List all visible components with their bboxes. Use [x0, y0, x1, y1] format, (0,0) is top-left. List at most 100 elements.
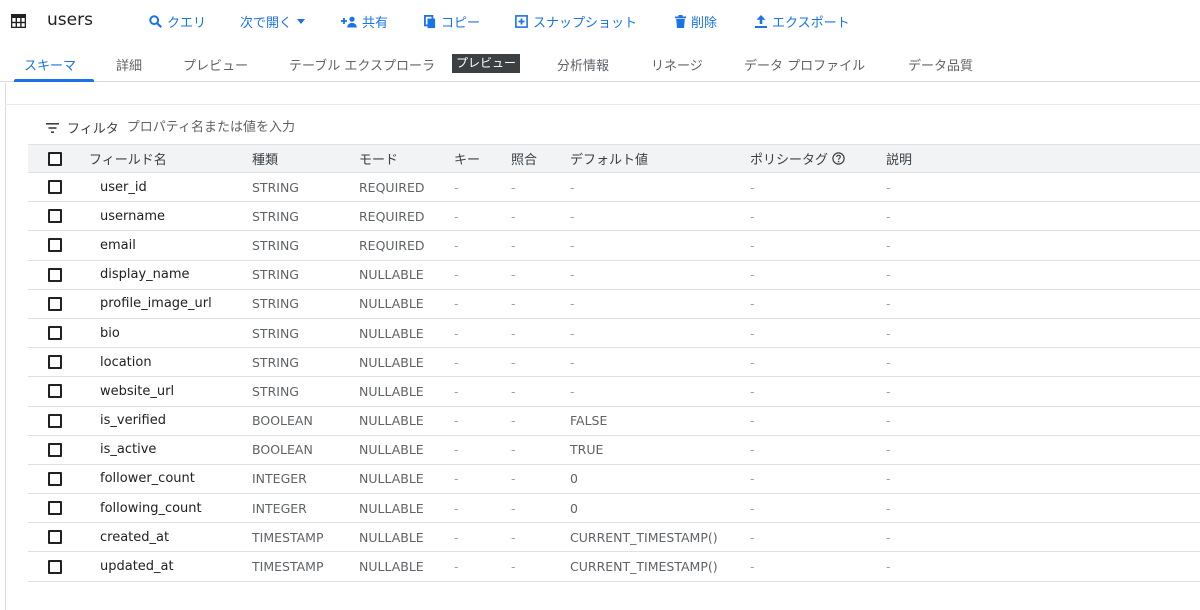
- field-key: -: [454, 465, 459, 493]
- field-name[interactable]: is_verified: [100, 407, 166, 435]
- help-icon[interactable]: [832, 152, 845, 165]
- row-checkbox[interactable]: [48, 355, 62, 369]
- field-default: -: [570, 173, 575, 201]
- snapshot-icon: [515, 15, 528, 28]
- field-default: TRUE: [570, 436, 603, 464]
- field-key: -: [454, 523, 459, 551]
- field-key: -: [454, 436, 459, 464]
- header-default-value[interactable]: デフォルト値: [570, 145, 648, 172]
- row-checkbox[interactable]: [48, 297, 62, 311]
- snapshot-button[interactable]: スナップショット: [515, 12, 637, 31]
- row-checkbox[interactable]: [48, 560, 62, 574]
- row-checkbox[interactable]: [48, 238, 62, 252]
- table-row[interactable]: follower_countINTEGERNULLABLE--0--: [28, 465, 1200, 494]
- field-name[interactable]: display_name: [100, 261, 190, 289]
- table-row[interactable]: usernameSTRINGREQUIRED-----: [28, 202, 1200, 231]
- active-tab-indicator: [14, 79, 94, 82]
- header-collation[interactable]: 照合: [511, 145, 537, 172]
- row-checkbox[interactable]: [48, 209, 62, 223]
- table-row[interactable]: emailSTRINGREQUIRED-----: [28, 231, 1200, 260]
- field-policy-tags: -: [750, 319, 755, 347]
- header-description[interactable]: 説明: [886, 145, 912, 172]
- content-divider: [5, 104, 1200, 105]
- copy-icon: [424, 15, 436, 29]
- row-checkbox[interactable]: [48, 326, 62, 340]
- share-button[interactable]: 共有: [341, 12, 388, 31]
- header-policy-tags[interactable]: ポリシータグ: [750, 145, 845, 172]
- tab-table-explorer[interactable]: テーブル エクスプローラ: [289, 55, 435, 74]
- field-description: -: [886, 290, 891, 318]
- tab-insights[interactable]: 分析情報: [557, 55, 609, 74]
- row-checkbox[interactable]: [48, 472, 62, 486]
- filter-input[interactable]: [127, 120, 427, 135]
- copy-button[interactable]: コピー: [424, 12, 480, 31]
- delete-button[interactable]: 削除: [675, 12, 717, 31]
- field-collation: -: [511, 231, 516, 259]
- export-button[interactable]: エクスポート: [755, 12, 850, 31]
- header-type[interactable]: 種類: [252, 145, 278, 172]
- tab-preview[interactable]: プレビュー: [183, 55, 248, 74]
- row-checkbox[interactable]: [48, 501, 62, 515]
- field-name[interactable]: location: [100, 348, 152, 376]
- tab-schema[interactable]: スキーマ: [24, 55, 76, 74]
- table-row[interactable]: is_verifiedBOOLEANNULLABLE--FALSE--: [28, 407, 1200, 436]
- table-row[interactable]: updated_atTIMESTAMPNULLABLE--CURRENT_TIM…: [28, 552, 1200, 581]
- field-name[interactable]: following_count: [100, 494, 202, 522]
- table-row[interactable]: created_atTIMESTAMPNULLABLE--CURRENT_TIM…: [28, 523, 1200, 552]
- field-policy-tags: -: [750, 173, 755, 201]
- table-row[interactable]: bioSTRINGNULLABLE-----: [28, 319, 1200, 348]
- table-row[interactable]: profile_image_urlSTRINGNULLABLE-----: [28, 290, 1200, 319]
- field-mode: NULLABLE: [359, 377, 424, 405]
- field-type: BOOLEAN: [252, 436, 313, 464]
- header-mode[interactable]: モード: [359, 145, 398, 172]
- filter-icon[interactable]: [46, 123, 59, 133]
- delete-label: 削除: [691, 12, 717, 31]
- field-key: -: [454, 290, 459, 318]
- row-checkbox[interactable]: [48, 414, 62, 428]
- field-name[interactable]: user_id: [100, 173, 147, 201]
- field-collation: -: [511, 319, 516, 347]
- table-row[interactable]: display_nameSTRINGNULLABLE-----: [28, 261, 1200, 290]
- field-type: STRING: [252, 231, 299, 259]
- field-policy-tags: -: [750, 231, 755, 259]
- field-name[interactable]: website_url: [100, 377, 174, 405]
- field-key: -: [454, 261, 459, 289]
- header-key[interactable]: キー: [454, 145, 480, 172]
- table-body: user_idSTRINGREQUIRED-----usernameSTRING…: [28, 173, 1200, 582]
- field-type: STRING: [252, 377, 299, 405]
- field-name[interactable]: email: [100, 231, 136, 259]
- field-type: STRING: [252, 173, 299, 201]
- header-field-name[interactable]: フィールド名: [89, 145, 167, 172]
- query-button[interactable]: クエリ: [149, 12, 206, 31]
- row-checkbox[interactable]: [48, 180, 62, 194]
- tab-details[interactable]: 詳細: [116, 55, 142, 74]
- row-checkbox[interactable]: [48, 530, 62, 544]
- tab-data-profile[interactable]: データ プロファイル: [744, 55, 865, 74]
- field-name[interactable]: username: [100, 202, 165, 230]
- row-checkbox[interactable]: [48, 268, 62, 282]
- table-row[interactable]: user_idSTRINGREQUIRED-----: [28, 173, 1200, 202]
- table-row[interactable]: is_activeBOOLEANNULLABLE--TRUE--: [28, 436, 1200, 465]
- table-row[interactable]: locationSTRINGNULLABLE-----: [28, 348, 1200, 377]
- tab-bar: スキーマ 詳細 プレビュー テーブル エクスプローラ プレビュー 分析情報 リネ…: [0, 50, 1200, 82]
- field-default: CURRENT_TIMESTAMP(): [570, 523, 718, 551]
- field-collation: -: [511, 202, 516, 230]
- table-row[interactable]: website_urlSTRINGNULLABLE-----: [28, 377, 1200, 406]
- open-in-button[interactable]: 次で開く: [240, 12, 305, 31]
- schema-table: フィールド名 種類 モード キー 照合 デフォルト値 ポリシータグ 説明 use…: [28, 144, 1200, 582]
- row-checkbox[interactable]: [48, 384, 62, 398]
- field-name[interactable]: is_active: [100, 436, 156, 464]
- tab-lineage[interactable]: リネージ: [651, 55, 703, 74]
- field-default: -: [570, 202, 575, 230]
- field-name[interactable]: profile_image_url: [100, 290, 212, 318]
- select-all-checkbox[interactable]: [48, 152, 62, 166]
- field-name[interactable]: bio: [100, 319, 120, 347]
- tab-data-quality[interactable]: データ品質: [908, 55, 973, 74]
- field-name[interactable]: created_at: [100, 523, 169, 551]
- panel-border: [5, 83, 6, 610]
- table-row[interactable]: following_countINTEGERNULLABLE--0--: [28, 494, 1200, 523]
- field-name[interactable]: follower_count: [100, 465, 195, 493]
- field-name[interactable]: updated_at: [100, 552, 174, 580]
- export-label: エクスポート: [772, 12, 850, 31]
- row-checkbox[interactable]: [48, 443, 62, 457]
